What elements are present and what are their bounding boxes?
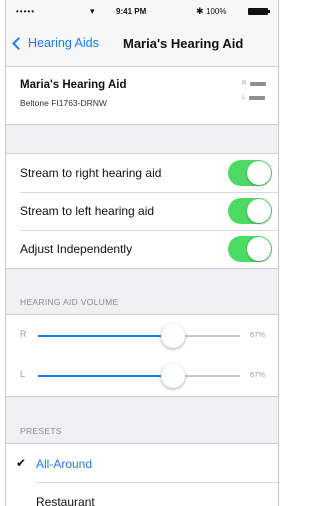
page-title: Maria's Hearing Aid <box>123 36 244 51</box>
slider-thumb[interactable] <box>161 364 186 388</box>
stream-right-switch[interactable] <box>228 160 272 186</box>
device-name: Maria's Hearing Aid <box>20 79 127 91</box>
status-time: 9:41 PM <box>116 7 147 16</box>
battery-bar-icon <box>249 81 266 86</box>
toggle-row-adjust-independently: Adjust Independently <box>6 230 278 268</box>
right-battery-label: R <box>242 80 247 87</box>
toggle-label: Stream to left hearing aid <box>20 204 155 218</box>
slider-side-label: R <box>20 329 27 339</box>
left-battery-label: L <box>242 94 246 101</box>
back-label: Hearing Aids <box>28 36 99 50</box>
toggle-row-stream-right: Stream to right hearing aid <box>6 154 278 192</box>
adjust-independently-switch[interactable] <box>228 236 272 262</box>
stream-left-switch[interactable] <box>228 198 272 224</box>
slider-fill <box>38 335 174 337</box>
right-battery-indicator: R <box>242 80 266 87</box>
right-volume-slider[interactable] <box>38 324 240 348</box>
switch-knob <box>247 237 271 261</box>
wifi-icon: ▾ <box>90 6 95 16</box>
left-battery-indicator: L <box>242 94 265 101</box>
volume-section-header: HEARING AID VOLUME <box>20 297 119 307</box>
preset-item-restaurant[interactable]: Restaurant <box>6 482 278 506</box>
preset-label: Restaurant <box>36 495 95 506</box>
preset-item-all-around[interactable]: ✔ All-Around <box>6 444 278 482</box>
settings-screen: ••••• ▾ 9:41 PM ✱ 100% Hearing Aids Mari… <box>5 0 279 506</box>
left-volume-slider[interactable] <box>38 364 240 388</box>
signal-strength: ••••• <box>16 7 36 16</box>
preset-label: All-Around <box>36 457 93 471</box>
volume-row-left: L 67% <box>6 355 278 395</box>
chevron-left-icon <box>12 37 25 50</box>
bluetooth-icon: ✱ <box>196 6 204 16</box>
status-bar: ••••• ▾ 9:41 PM ✱ 100% <box>6 0 278 22</box>
slider-side-label: L <box>20 369 26 379</box>
slider-value: 67% <box>250 370 266 379</box>
stream-settings: Stream to right hearing aid Stream to le… <box>6 153 278 269</box>
toggle-label: Adjust Independently <box>20 242 133 256</box>
switch-knob <box>247 199 271 223</box>
slider-value: 67% <box>250 330 266 339</box>
back-button[interactable]: Hearing Aids <box>12 36 99 50</box>
toggle-label: Stream to right hearing aid <box>20 166 162 180</box>
presets-section-header: PRESETS <box>20 426 62 436</box>
switch-knob <box>247 161 271 185</box>
battery-icon <box>248 8 270 15</box>
navigation-bar: Hearing Aids Maria's Hearing Aid <box>6 22 278 67</box>
preset-list: ✔ All-Around Restaurant <box>6 443 278 506</box>
battery-bar-icon <box>248 95 265 100</box>
slider-thumb[interactable] <box>161 324 186 348</box>
device-model: Beltone FI1763-DRNW <box>20 98 107 108</box>
toggle-row-stream-left: Stream to left hearing aid <box>6 192 278 230</box>
checkmark-icon: ✔ <box>16 456 27 470</box>
slider-fill <box>38 375 174 377</box>
battery-percent: 100% <box>206 7 227 16</box>
volume-row-right: R 67% <box>6 315 278 355</box>
device-info: Maria's Hearing Aid Beltone FI1763-DRNW … <box>6 67 278 125</box>
volume-settings: R 67% L 67% <box>6 314 278 397</box>
